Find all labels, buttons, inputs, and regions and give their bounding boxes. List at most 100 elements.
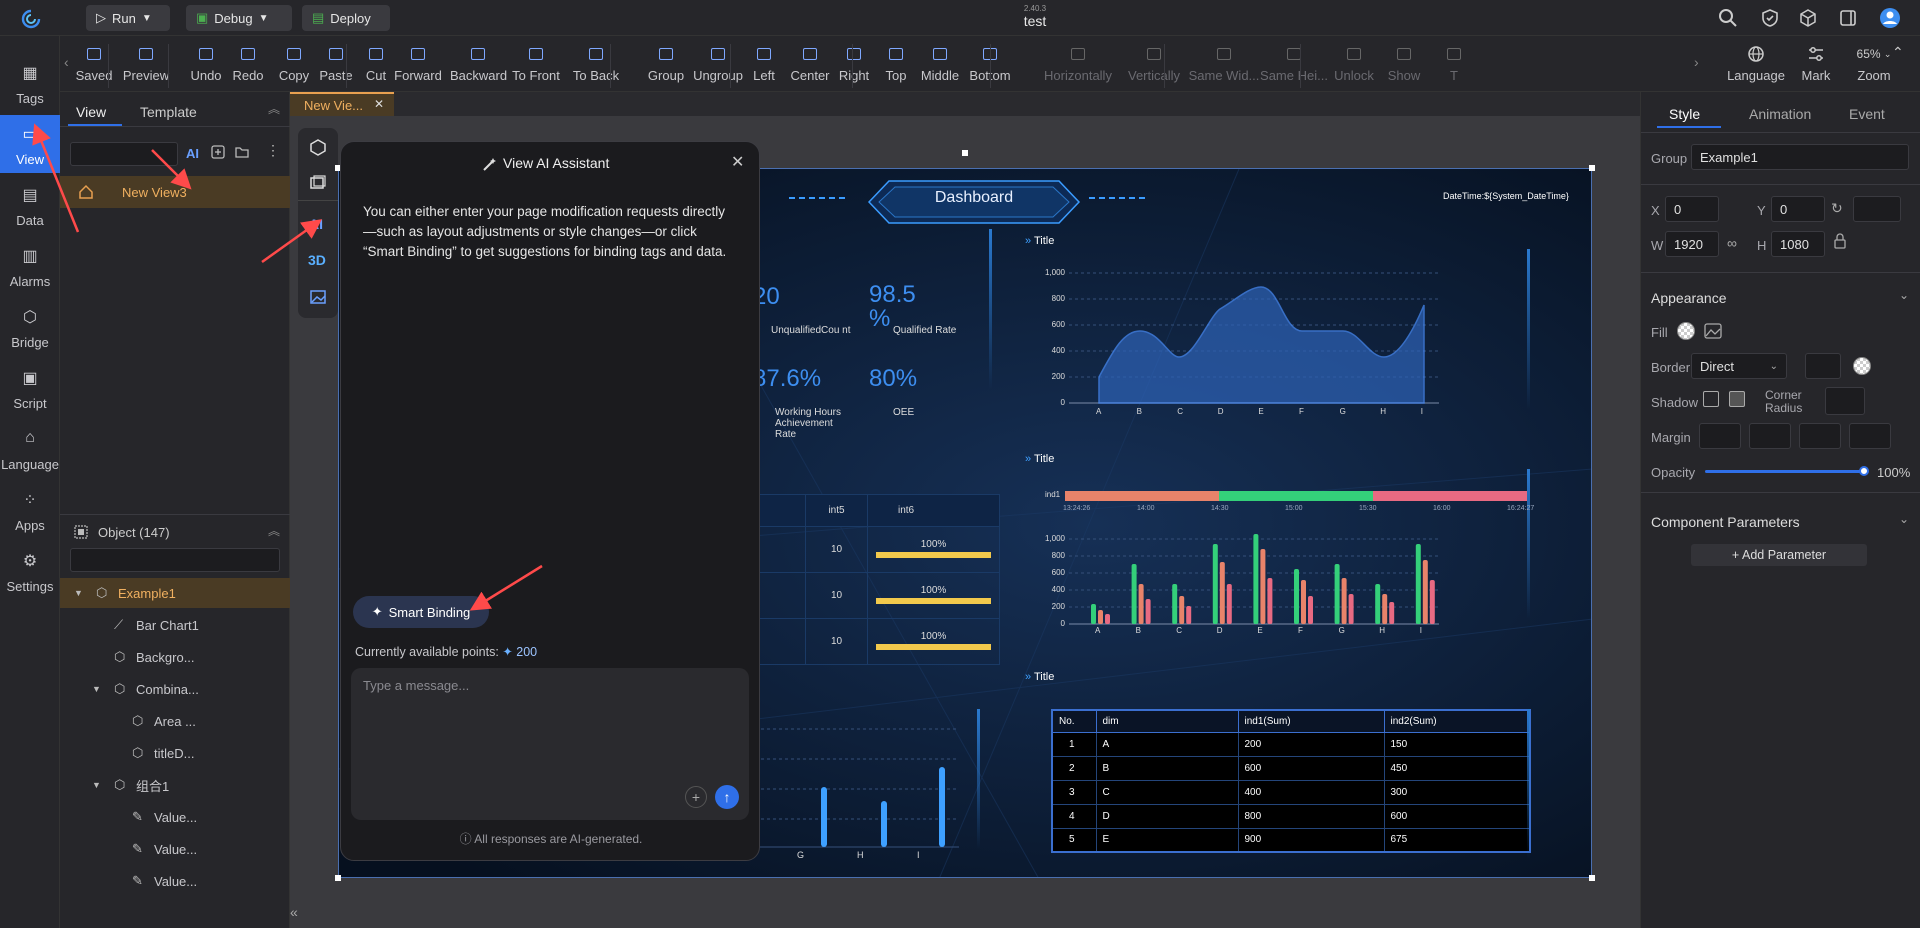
collapse-left-icon[interactable]: «: [290, 904, 298, 920]
ai-icon[interactable]: AI: [186, 146, 199, 161]
app-logo-icon[interactable]: [20, 8, 42, 30]
opacity-slider-handle[interactable]: [1859, 466, 1869, 476]
search-icon[interactable]: [1718, 8, 1738, 28]
tool-to-front[interactable]: To Front: [508, 44, 564, 83]
tool-horizontally[interactable]: Horizontally: [1040, 44, 1116, 83]
width-input[interactable]: 1920: [1665, 231, 1719, 257]
link-ratio-icon[interactable]: ∞: [1727, 235, 1737, 251]
toolbar-scroll-right-icon[interactable]: ›: [1694, 54, 1699, 70]
mark-tool[interactable]: Mark: [1796, 44, 1836, 83]
panel-layout-icon[interactable]: [1838, 8, 1858, 28]
height-input[interactable]: 1080: [1771, 231, 1825, 257]
rail-item-tags[interactable]: ▦ Tags: [0, 54, 60, 112]
debug-button[interactable]: ▣ Debug ▼: [186, 5, 292, 31]
rail-item-settings[interactable]: ⚙ Settings: [0, 542, 60, 600]
tool-to-back[interactable]: To Back: [568, 44, 624, 83]
collapse-up-icon[interactable]: ︽: [268, 522, 280, 539]
doc-tab[interactable]: New Vie... ✕: [290, 92, 394, 116]
3d-icon[interactable]: 3D: [308, 252, 326, 268]
tool-backward[interactable]: Backward: [450, 44, 507, 83]
tree-item[interactable]: ▼ ⬡ Combina...: [60, 674, 290, 704]
chevron-down-icon[interactable]: ⌄: [1899, 288, 1909, 302]
view-item-new-view3[interactable]: New View3: [60, 176, 290, 208]
border-type-select[interactable]: Direct ⌄: [1691, 353, 1787, 379]
caret-down-icon[interactable]: ▼: [74, 588, 83, 598]
image-icon[interactable]: [1703, 321, 1723, 341]
tool-preview[interactable]: Preview: [118, 44, 174, 83]
deploy-button[interactable]: ▤ Deploy: [302, 5, 390, 31]
rail-item-alarms[interactable]: ▥ Alarms: [0, 237, 60, 295]
ai-image-icon[interactable]: [309, 288, 327, 306]
margin-bottom-input[interactable]: [1799, 423, 1841, 449]
rail-item-language[interactable]: ⌂ Language: [0, 420, 60, 478]
caret-down-icon[interactable]: ▼: [92, 780, 101, 790]
close-tab-icon[interactable]: ✕: [374, 97, 384, 111]
message-input[interactable]: Type a message...: [363, 678, 469, 693]
image-gallery-icon[interactable]: [309, 174, 327, 192]
resize-handle[interactable]: [1589, 875, 1595, 881]
tree-item[interactable]: ⬡ Backgro...: [60, 642, 290, 672]
ai-assistant-icon[interactable]: AI: [309, 216, 323, 232]
resize-handle[interactable]: [1589, 165, 1595, 171]
tab-animation[interactable]: Animation: [1749, 106, 1811, 122]
tab-style[interactable]: Style: [1669, 106, 1700, 122]
rail-item-data[interactable]: ▤ Data: [0, 176, 60, 234]
fill-color-picker[interactable]: [1677, 322, 1695, 340]
border-width-input[interactable]: [1805, 353, 1841, 379]
add-view-icon[interactable]: [210, 144, 226, 160]
shadow-outer-toggle[interactable]: [1703, 391, 1719, 407]
collapse-up-icon[interactable]: ︽: [268, 100, 280, 117]
smart-binding-button[interactable]: ✦ Smart Binding: [353, 596, 489, 628]
attach-icon[interactable]: +: [685, 786, 707, 808]
tab-view[interactable]: View: [76, 104, 106, 120]
tree-item[interactable]: ⬡ titleD...: [60, 738, 290, 768]
margin-right-input[interactable]: [1749, 423, 1791, 449]
message-box[interactable]: Type a message... + ↑: [351, 668, 749, 820]
margin-top-input[interactable]: [1699, 423, 1741, 449]
folder-icon[interactable]: [234, 144, 250, 160]
lock-icon[interactable]: [1833, 233, 1847, 249]
tool-middle[interactable]: Middle: [912, 44, 968, 83]
tool-unlock[interactable]: Unlock: [1326, 44, 1382, 83]
user-avatar-icon[interactable]: [1878, 6, 1902, 30]
more-icon[interactable]: ⋮: [266, 142, 280, 159]
run-button[interactable]: ▷ Run ▼: [86, 5, 170, 31]
group-name-input[interactable]: Example1: [1691, 144, 1909, 170]
collapse-toolbar-icon[interactable]: ⌃: [1892, 44, 1904, 61]
opacity-slider[interactable]: [1705, 470, 1865, 473]
tool-group[interactable]: Group: [638, 44, 694, 83]
tool-same-wid[interactable]: Same Wid...: [1186, 44, 1262, 83]
rail-item-bridge[interactable]: ⬡ Bridge: [0, 298, 60, 356]
tool-show[interactable]: Show: [1376, 44, 1432, 83]
tree-item[interactable]: ⟋ Bar Chart1: [60, 610, 290, 640]
tab-event[interactable]: Event: [1849, 106, 1885, 122]
shield-icon[interactable]: [1760, 8, 1780, 28]
caret-down-icon[interactable]: ▼: [92, 684, 101, 694]
send-icon[interactable]: ↑: [715, 785, 739, 809]
tool-t[interactable]: T: [1426, 44, 1482, 83]
tree-item[interactable]: ⬡ Area ...: [60, 706, 290, 736]
tree-item[interactable]: ▼ ⬡ Example1: [60, 578, 290, 608]
add-parameter-button[interactable]: + Add Parameter: [1691, 544, 1867, 566]
y-input[interactable]: 0: [1771, 196, 1825, 222]
tool-same-hei[interactable]: Same Hei...: [1256, 44, 1332, 83]
component-icon[interactable]: [309, 138, 327, 156]
resize-handle[interactable]: [335, 875, 341, 881]
rail-item-apps[interactable]: ⁘ Apps: [0, 481, 60, 539]
chevron-down-icon[interactable]: ⌄: [1899, 512, 1909, 526]
tool-saved[interactable]: Saved: [66, 44, 122, 83]
rail-item-view[interactable]: ▭ View: [0, 115, 60, 173]
close-icon[interactable]: ✕: [731, 152, 744, 172]
cube-icon[interactable]: [1798, 8, 1818, 28]
tree-item[interactable]: ▼ ⬡ 组合1: [60, 770, 290, 800]
border-color-picker[interactable]: [1853, 357, 1871, 375]
tree-item[interactable]: ✎ Value...: [60, 802, 290, 832]
tree-item[interactable]: ✎ Value...: [60, 834, 290, 864]
margin-left-input[interactable]: [1849, 423, 1891, 449]
corner-radius-input[interactable]: [1825, 387, 1865, 415]
tab-template[interactable]: Template: [140, 104, 197, 120]
language-tool[interactable]: Language: [1726, 44, 1786, 83]
rotate-icon[interactable]: ↻: [1831, 200, 1843, 217]
view-search-input[interactable]: [70, 142, 178, 166]
tool-vertically[interactable]: Vertically: [1116, 44, 1192, 83]
